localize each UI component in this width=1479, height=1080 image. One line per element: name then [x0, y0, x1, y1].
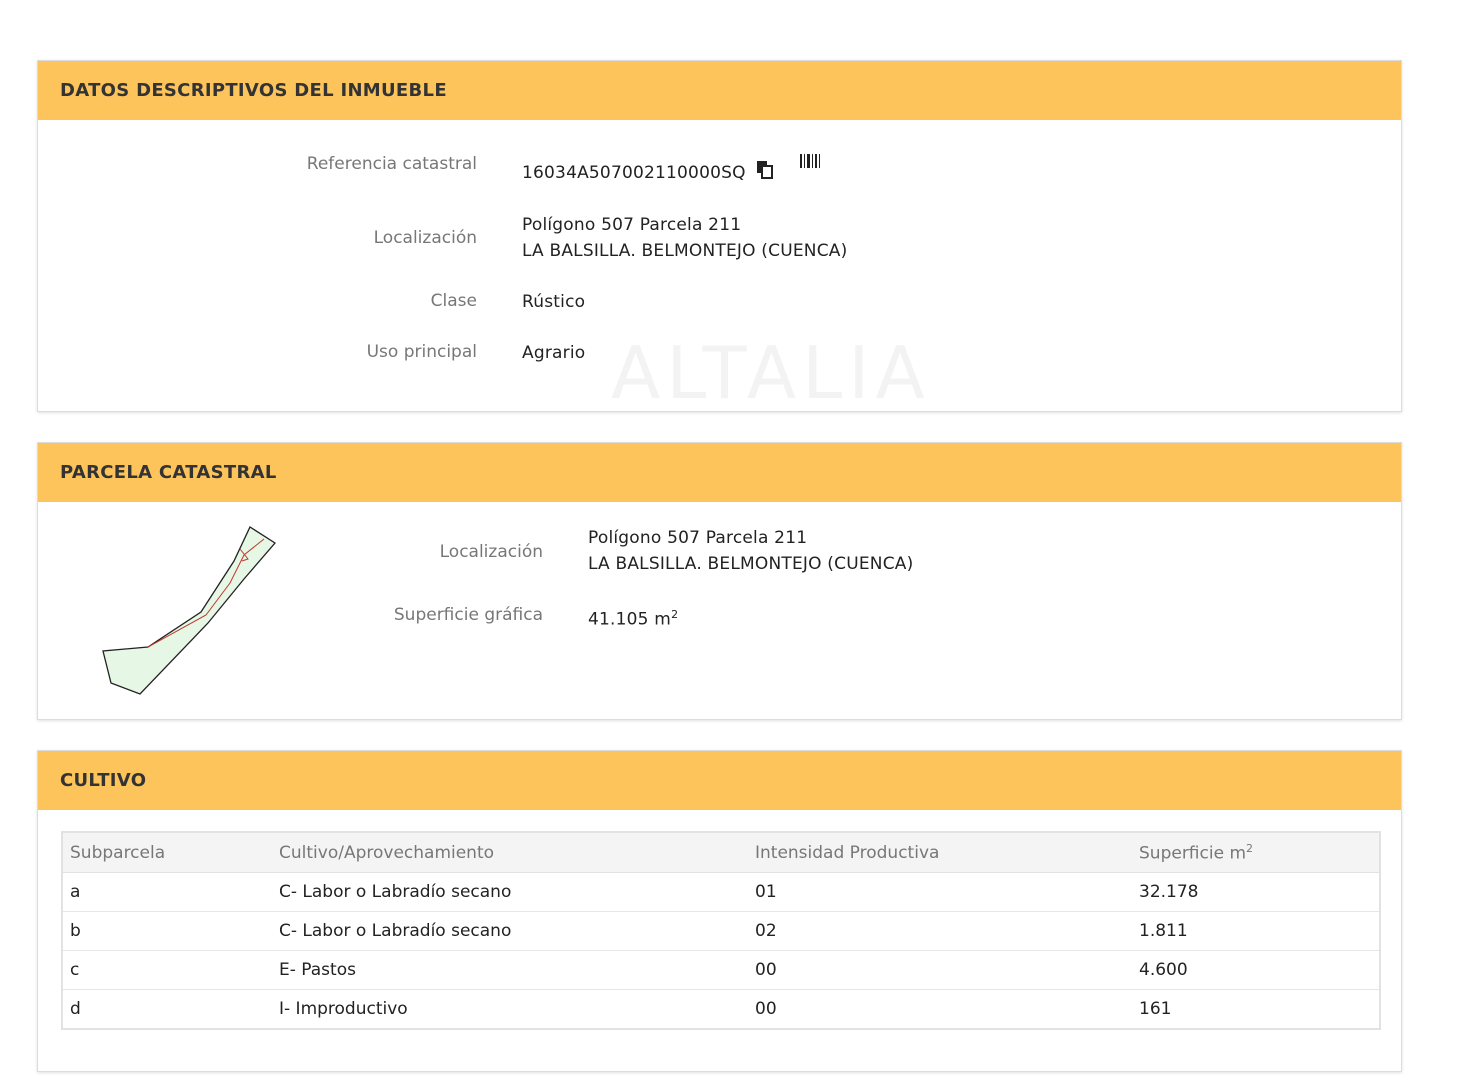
col-superficie: Superficie m2: [1132, 832, 1380, 873]
datos-panel-title: DATOS DESCRIPTIVOS DEL INMUEBLE: [38, 61, 1401, 120]
localizacion-line2: LA BALSILLA. BELMONTEJO (CUENCA): [522, 241, 848, 261]
col-superficie-exp: 2: [1246, 841, 1254, 855]
superficie-grafica-number: 41.105 m: [588, 609, 672, 630]
cell-intensidad: 00: [748, 950, 1132, 990]
cell-intensidad: 00: [748, 989, 1132, 1030]
barcode-icon[interactable]: [799, 151, 821, 177]
cell-superficie: 4.600: [1132, 950, 1380, 990]
cell-subparcela: d: [62, 989, 272, 1030]
col-cultivo: Cultivo/Aprovechamiento: [272, 832, 748, 873]
clase-label: Clase: [430, 291, 477, 311]
table-row: a C- Labor o Labradío secano 01 32.178: [62, 872, 1380, 912]
parcela-localizacion-line1: Polígono 507 Parcela 211: [588, 528, 808, 548]
datos-descriptivos-panel: DATOS DESCRIPTIVOS DEL INMUEBLE ALTALIA …: [37, 60, 1402, 415]
watermark-logo: ALTALIA: [611, 331, 931, 415]
copy-icon[interactable]: [755, 159, 775, 187]
cell-cultivo: C- Labor o Labradío secano: [272, 911, 748, 951]
cell-intensidad: 01: [748, 872, 1132, 912]
parcela-localizacion-line2: LA BALSILLA. BELMONTEJO (CUENCA): [588, 554, 914, 574]
superficie-grafica-value: 41.105 m2: [588, 602, 678, 633]
cultivo-panel-title: CULTIVO: [38, 751, 1401, 810]
col-superficie-label: Superficie m: [1139, 843, 1247, 864]
ref-catastral-value: 16034A507002110000SQ: [522, 154, 821, 187]
cell-subparcela: a: [62, 872, 272, 912]
uso-principal-label: Uso principal: [366, 342, 477, 362]
parcela-catastral-panel: PARCELA CATASTRAL Localización Polígono …: [37, 442, 1402, 720]
localizacion-label: Localización: [373, 228, 477, 248]
col-subparcela: Subparcela: [62, 832, 272, 873]
ref-catastral-label: Referencia catastral: [306, 154, 477, 174]
cell-cultivo: E- Pastos: [272, 950, 748, 990]
clase-value: Rústico: [522, 292, 586, 312]
col-intensidad: Intensidad Productiva: [748, 832, 1132, 873]
cell-intensidad: 02: [748, 911, 1132, 951]
cultivo-table: Subparcela Cultivo/Aprovechamiento Inten…: [61, 831, 1381, 1030]
table-header-row: Subparcela Cultivo/Aprovechamiento Inten…: [62, 832, 1380, 873]
ref-catastral-text[interactable]: 16034A507002110000SQ: [522, 163, 746, 183]
parcela-panel-title: PARCELA CATASTRAL: [38, 443, 1401, 502]
table-row: d I- Improductivo 00 161: [62, 989, 1380, 1030]
uso-principal-value: Agrario: [522, 343, 586, 363]
cell-cultivo: I- Improductivo: [272, 989, 748, 1030]
parcel-map-thumbnail[interactable]: [98, 523, 288, 703]
superficie-grafica-exp: 2: [671, 608, 679, 621]
table-row: c E- Pastos 00 4.600: [62, 950, 1380, 990]
cell-superficie: 161: [1132, 989, 1380, 1030]
table-row: b C- Labor o Labradío secano 02 1.811: [62, 911, 1380, 951]
cell-superficie: 1.811: [1132, 911, 1380, 951]
cell-subparcela: b: [62, 911, 272, 951]
cultivo-panel: CULTIVO Subparcela Cultivo/Aprovechamien…: [37, 750, 1402, 1072]
cell-subparcela: c: [62, 950, 272, 990]
cell-cultivo: C- Labor o Labradío secano: [272, 872, 748, 912]
localizacion-line1: Polígono 507 Parcela 211: [522, 215, 742, 235]
superficie-grafica-label: Superficie gráfica: [393, 605, 543, 625]
cell-superficie: 32.178: [1132, 872, 1380, 912]
parcela-localizacion-label: Localización: [439, 542, 543, 562]
